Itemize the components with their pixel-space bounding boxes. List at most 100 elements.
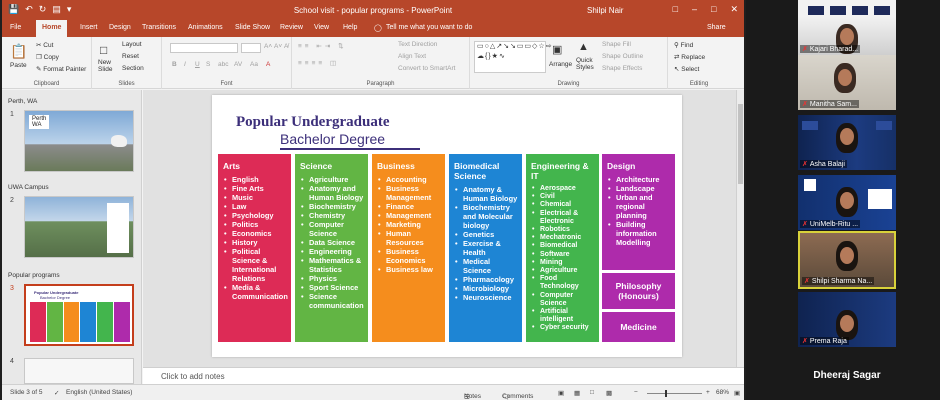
program-item: Artificial intelligent (532, 308, 597, 324)
shape-effects-button[interactable]: Shape Effects (602, 65, 642, 72)
fit-slide-icon[interactable]: ▣ (734, 389, 740, 397)
bold-button[interactable]: B (172, 61, 177, 68)
slide-thumbnail-3[interactable]: Popular Undergraduate Bachelor Degree (24, 284, 134, 346)
maximize-button[interactable]: □ (711, 4, 716, 15)
slide-sorter-icon[interactable]: ▦ (574, 389, 580, 397)
zoom-out-button[interactable]: − (634, 389, 638, 396)
clear-format-button[interactable]: A̸ (284, 43, 288, 50)
section-popular-programs[interactable]: Popular programs (8, 272, 60, 279)
slide-thumbnail-4[interactable] (24, 358, 134, 384)
zoom-slider-handle[interactable] (665, 390, 667, 397)
close-button[interactable]: ✕ (730, 4, 738, 15)
font-name-box[interactable] (170, 43, 238, 53)
reset-button[interactable]: Reset (122, 53, 139, 60)
box-medicine[interactable]: Medicine (602, 312, 675, 342)
text-direction-button[interactable]: Text Direction (398, 41, 437, 48)
program-item: Anatomy and Human Biology (301, 184, 366, 202)
underline-button[interactable]: U (195, 61, 200, 68)
participant-tile-active-speaker[interactable]: ✗ Shilpi Sharma Na... (798, 231, 896, 289)
user-name[interactable]: Shilpi Nair (587, 6, 623, 15)
tab-home[interactable]: Home (36, 20, 68, 37)
ribbon-display-icon[interactable]: □ (673, 4, 678, 15)
notes-pane[interactable]: Click to add notes (143, 367, 744, 384)
paste-button[interactable]: Paste (10, 62, 27, 69)
decrease-font-button[interactable]: A˅ (274, 43, 282, 50)
section-uwa-campus[interactable]: UWA Campus (8, 184, 49, 191)
strike-button[interactable]: S (206, 61, 210, 68)
italic-button[interactable]: I (184, 61, 186, 68)
program-item: Psychology (224, 211, 289, 220)
box-philosophy[interactable]: Philosophy (Honours) (602, 273, 675, 309)
zoom-slider[interactable] (647, 393, 702, 394)
format-painter-button[interactable]: ✎ Format Painter (36, 65, 86, 73)
section-button[interactable]: Section (122, 65, 144, 72)
participant-tile[interactable]: ✗ Prema Raja (798, 292, 896, 347)
column-business[interactable]: Business AccountingBusiness ManagementFi… (372, 154, 445, 342)
convert-smartart-button[interactable]: Convert to SmartArt (398, 65, 455, 72)
shape-fill-button[interactable]: Shape Fill (602, 41, 631, 48)
reading-view-icon[interactable]: □ (590, 389, 594, 396)
tab-view[interactable]: View (314, 24, 329, 31)
cut-button[interactable]: ✂ Cut (36, 41, 53, 49)
new-slide-icon[interactable]: □ (100, 43, 107, 57)
spellcheck-icon[interactable]: ✓ (54, 389, 59, 397)
participant-tile[interactable]: ✗ UniMelb-Ritu ... (798, 175, 896, 230)
column-science[interactable]: Science AgricultureAnatomy and Human Bio… (295, 154, 368, 342)
select-button[interactable]: ↖ Select (674, 65, 699, 73)
participant-tile[interactable]: ✗ Kajari Bharad... (798, 0, 896, 55)
arrange-icon[interactable]: ▣ (552, 43, 562, 56)
increase-font-button[interactable]: A˄ (264, 43, 272, 50)
tab-file[interactable]: File (10, 24, 21, 31)
zoom-in-button[interactable]: + (706, 389, 710, 396)
tab-help[interactable]: Help (343, 24, 357, 31)
column-biomedical-science[interactable]: Biomedical Science Anatomy & Human Biolo… (449, 154, 522, 342)
slide-subtitle[interactable]: Bachelor Degree (280, 131, 385, 147)
column-design[interactable]: Design ArchitectureLandscapeUrban and re… (602, 154, 675, 270)
slide-thumbnail-2[interactable] (24, 196, 134, 258)
align-buttons-icon[interactable]: ≡≡≡≡ ◫ (298, 59, 339, 67)
column-engineering-it[interactable]: Engineering & IT AerospaceCivilChemicalE… (526, 154, 599, 342)
current-slide[interactable]: Popular Undergraduate Bachelor Degree Ar… (212, 95, 682, 357)
minimize-button[interactable]: – (692, 4, 697, 15)
scrollbar-thumb[interactable] (738, 104, 743, 184)
font-color-button[interactable]: A (266, 61, 270, 68)
normal-view-icon[interactable]: ▣ (558, 389, 564, 397)
paste-icon[interactable]: 📋 (10, 43, 27, 60)
change-case-button[interactable]: Aa (250, 61, 258, 68)
layout-button[interactable]: Layout (122, 41, 142, 48)
copy-button[interactable]: ❐ Copy (36, 53, 59, 61)
vertical-scrollbar[interactable] (736, 90, 744, 367)
align-text-button[interactable]: Align Text (398, 53, 426, 60)
slide-title[interactable]: Popular Undergraduate (236, 114, 389, 131)
slide-thumbnail-1[interactable]: Perth WA (24, 110, 134, 172)
new-slide-button[interactable]: New Slide (98, 59, 112, 73)
share-button[interactable]: Share (707, 24, 726, 31)
list-buttons-icon[interactable]: ≡≡ ⇤⇥ ⇅ (298, 42, 347, 50)
tab-transitions[interactable]: Transitions (142, 24, 176, 31)
tell-me-search[interactable]: Tell me what you want to do (386, 24, 472, 31)
arrange-button[interactable]: Arrange (549, 61, 572, 68)
slideshow-icon[interactable]: ▩ (606, 389, 612, 397)
quick-styles-icon[interactable]: ▲ (578, 41, 589, 53)
program-item: Data Science (301, 238, 366, 247)
participant-tile[interactable]: ✗ Asha Balaji (798, 115, 896, 170)
font-size-box[interactable] (241, 43, 261, 53)
tab-design[interactable]: Design (109, 24, 131, 31)
column-arts[interactable]: Arts EnglishFine ArtsMusicLawPsychologyP… (218, 154, 291, 342)
zoom-level[interactable]: 68% (716, 389, 729, 396)
shape-outline-button[interactable]: Shape Outline (602, 53, 643, 60)
section-perth[interactable]: Perth, WA (8, 98, 37, 105)
quick-styles-button[interactable]: Quick Styles (576, 57, 594, 71)
participant-tile-no-video[interactable]: Dheeraj Sagar (798, 352, 896, 400)
char-spacing-button[interactable]: AV (234, 61, 242, 68)
tab-animations[interactable]: Animations (188, 24, 223, 31)
tab-slide-show[interactable]: Slide Show (235, 24, 270, 31)
shapes-gallery[interactable]: ▭○△↗↘↘▭▭◇☆⇨☁{}★∿ (474, 41, 552, 73)
find-button[interactable]: ⚲ Find (674, 41, 693, 49)
strikethrough-button[interactable]: abc (218, 61, 228, 68)
language-indicator[interactable]: English (United States) (66, 389, 132, 396)
tab-insert[interactable]: Insert (80, 24, 98, 31)
replace-button[interactable]: ⇄ Replace (674, 53, 705, 61)
tab-review[interactable]: Review (280, 24, 303, 31)
participant-tile[interactable]: ✗ Manitha Sam... (798, 55, 896, 110)
